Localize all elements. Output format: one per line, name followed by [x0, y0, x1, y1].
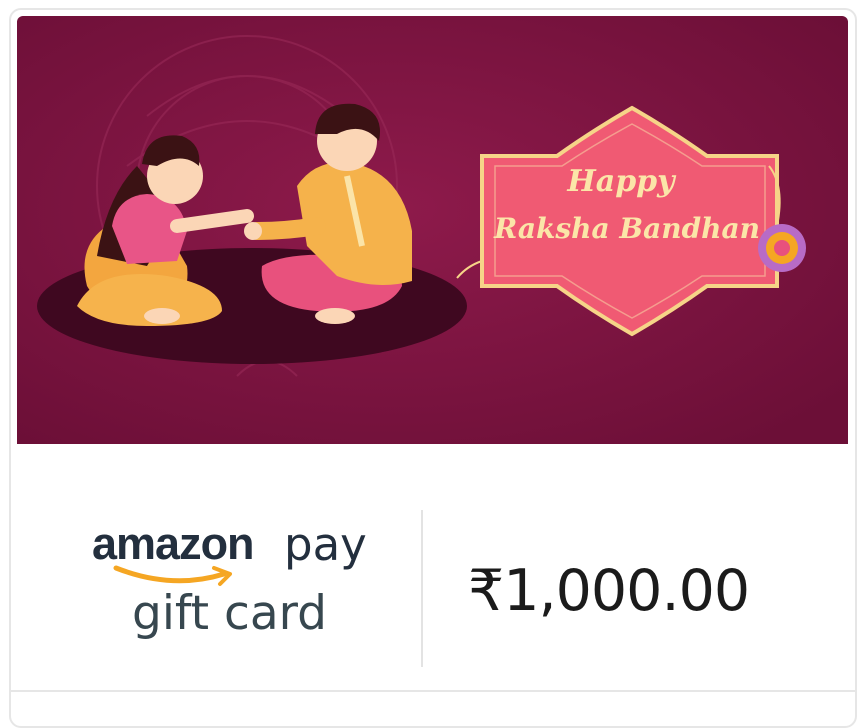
- greeting-line-2: Raksha Bandhan: [493, 212, 760, 245]
- gift-card-amount: ₹1,000.00: [468, 558, 750, 624]
- greeting-line-1: Happy: [566, 164, 677, 199]
- gift-card-banner: Happy Raksha Bandhan: [17, 16, 848, 444]
- amazon-smile-icon: [113, 565, 232, 586]
- info-divider: [421, 510, 423, 667]
- brand-pay-text: pay: [284, 518, 367, 571]
- brand-gift-card-text: gift card: [132, 586, 327, 641]
- card-bottom-divider: [11, 690, 857, 692]
- rakhi-flower-icon: [758, 224, 806, 272]
- amazon-pay-gift-card-logo: amazon pay gift card: [90, 518, 380, 658]
- brand-amazon-text: amazon: [92, 518, 255, 569]
